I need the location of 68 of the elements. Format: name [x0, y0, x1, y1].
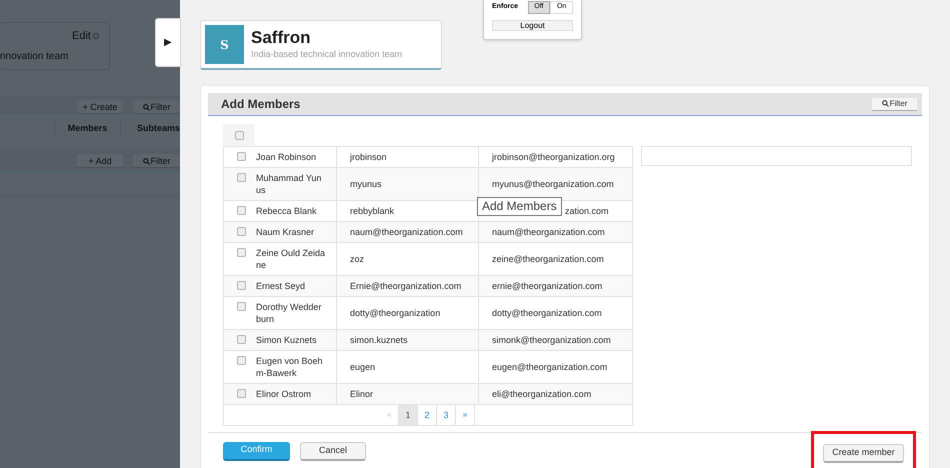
pagination-link[interactable]: 1 — [399, 405, 418, 425]
member-name: Zeine Ould Zeidane — [256, 247, 326, 271]
panel-title: Add Members — [221, 96, 300, 113]
cancel-button[interactable]: Cancel — [300, 442, 366, 460]
pagination-link[interactable]: 3 — [437, 405, 456, 425]
username-cell: jrobinson — [350, 151, 387, 163]
search-icon — [882, 100, 889, 107]
member-name: Ernest Seyd — [256, 280, 306, 292]
member-name: Elinor Ostrom — [256, 388, 312, 400]
pagination-link[interactable]: 2 — [418, 405, 437, 425]
sidebar-toggle[interactable]: ▶ — [155, 18, 181, 67]
username-cell: zoz — [350, 253, 364, 265]
checkbox[interactable] — [237, 356, 246, 365]
checkbox[interactable] — [237, 302, 246, 311]
search-icon — [142, 158, 150, 165]
checkbox[interactable] — [237, 152, 246, 161]
checkbox[interactable] — [237, 227, 246, 236]
username-cell: Elinor — [350, 388, 374, 400]
checkbox[interactable] — [237, 248, 246, 257]
confirm-button[interactable]: Confirm — [223, 442, 290, 460]
filter-button[interactable]: Filter — [133, 100, 180, 114]
member-name: Simon Kuznets — [256, 334, 318, 346]
email-cell: myunus@theorganization.com — [492, 178, 614, 190]
checkbox[interactable] — [237, 389, 246, 398]
checkbox[interactable] — [237, 335, 246, 344]
member-name: Eugen von Boehm-Bawerk — [256, 355, 324, 379]
team-description: India-based technical innovation team — [251, 48, 402, 61]
search-icon — [142, 104, 150, 112]
create-member-button[interactable]: Create member — [823, 444, 904, 463]
member-name: Joan Robinson — [256, 151, 318, 163]
username-cell: eugen — [350, 361, 376, 373]
edit-link[interactable]: Edit — [72, 28, 91, 44]
member-name: Rebecca Blank — [256, 205, 318, 217]
checkbox[interactable] — [237, 173, 246, 182]
add-button[interactable]: + Add — [77, 154, 123, 168]
logout-button[interactable]: Logout — [492, 20, 573, 31]
checkbox[interactable] — [237, 281, 246, 290]
pagination-link[interactable]: » — [456, 405, 475, 425]
team-avatar: S — [205, 25, 244, 64]
email-cell: ernie@theorganization.com — [492, 280, 602, 292]
add-members-tooltip: Add Members — [477, 197, 562, 216]
search-field[interactable] — [641, 146, 912, 166]
filter-button[interactable]: Filter — [133, 154, 180, 168]
member-name: Naum Krasner — [256, 226, 316, 238]
username-cell: dotty@theorganization — [350, 307, 440, 319]
email-cell: simonk@theorganization.com — [492, 334, 611, 346]
username-cell: myunus — [350, 178, 382, 190]
email-cell: zation.com — [565, 205, 609, 217]
email-cell: jrobinson@theorganization.org — [492, 151, 615, 163]
email-cell: zeine@theorganization.com — [492, 253, 604, 265]
filter-button[interactable]: Filter — [872, 98, 917, 110]
email-cell: eli@theorganization.com — [492, 388, 592, 400]
gear-icon — [91, 31, 101, 42]
username-cell: naum@theorganization.com — [350, 226, 463, 238]
username-cell: simon.kuznets — [350, 334, 408, 346]
column-header: Members — [54, 118, 120, 139]
member-name: Dorothy Wedderburn — [256, 301, 322, 325]
member-name: Muhammad Yunus — [256, 172, 322, 196]
checkbox[interactable] — [234, 130, 244, 140]
team-subtitle: nnovation team — [0, 50, 70, 64]
email-cell: naum@theorganization.com — [492, 226, 605, 238]
team-name: Saffron — [251, 28, 312, 48]
username-cell: rebbyblank — [350, 205, 394, 217]
checkbox[interactable] — [237, 206, 246, 215]
email-cell: dotty@theorganization.com — [492, 307, 602, 319]
email-cell: eugen@theorganization.com — [492, 361, 608, 373]
create-button[interactable]: + Create — [77, 100, 123, 114]
username-cell: Ernie@theorganization.com — [350, 280, 462, 292]
